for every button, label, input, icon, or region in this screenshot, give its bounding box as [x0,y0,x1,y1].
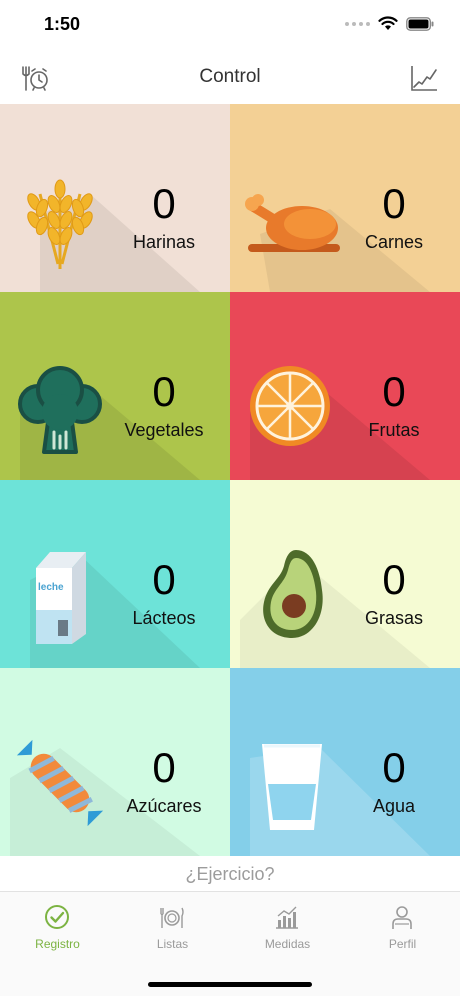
water-glass-icon [262,744,322,830]
category-count: 0 [382,556,406,603]
category-count: 0 [152,744,176,791]
candy-icon [16,739,104,827]
tab-registro[interactable]: Registro [0,892,115,996]
status-time: 1:50 [44,14,81,34]
category-count: 0 [152,180,176,227]
page-title: Control [199,66,261,87]
category-label: Agua [372,796,416,816]
tab-bar: Registro Listas Medidas Perfil [0,892,460,996]
tab-label: Listas [156,937,189,951]
category-count: 0 [382,744,406,791]
nav-bar: Control [0,52,460,104]
category-count: 0 [382,180,406,227]
food-category-grid: 0 Harinas 0 Carnes 0 Vegetales 0 Frutas … [0,104,460,856]
home-indicator [148,982,312,987]
category-frutas[interactable]: 0 Frutas [230,292,460,480]
roast-chicken-icon [245,194,340,252]
check-circle-icon [45,905,69,929]
category-agua[interactable]: 0 Agua [230,668,460,856]
category-grasas[interactable]: 0 Grasas [230,480,460,668]
bar-chart-icon [276,906,298,929]
person-icon [392,906,412,929]
status-bar: 1:50 [0,0,460,52]
status-icons [345,16,434,31]
exercise-button[interactable]: ¿Ejercicio? [0,856,460,892]
broccoli-icon [18,366,102,454]
category-count: 0 [152,556,176,603]
tab-label: Perfil [388,937,417,951]
milk-carton-icon: leche [36,552,86,644]
signal-dots-icon [345,21,370,26]
category-label: Azúcares [126,796,202,816]
category-label: Frutas [368,420,420,440]
category-count: 0 [382,368,406,415]
orange-slice-icon [250,366,330,446]
wifi-icon [378,16,398,30]
tab-perfil[interactable]: Perfil [345,892,460,996]
category-label: Lácteos [132,608,196,628]
tab-listas[interactable]: Listas [115,892,230,996]
battery-icon [406,16,434,31]
category-carnes[interactable]: 0 Carnes [230,104,460,292]
plate-icon [160,907,184,928]
milk-carton-text: leche [38,582,64,593]
tab-label: Medidas [264,937,311,951]
avocado-icon [263,550,323,638]
category-label: Vegetales [124,420,204,440]
tab-medidas[interactable]: Medidas [230,892,345,996]
category-harinas[interactable]: 0 Harinas [0,104,230,292]
chart-icon[interactable] [410,64,438,92]
tab-label: Registro [35,937,80,951]
category-label: Grasas [364,608,424,628]
category-label: Carnes [364,232,424,252]
wheat-icon [27,179,93,269]
category-azucares[interactable]: 0 Azúcares [0,668,230,856]
category-lacteos[interactable]: leche 0 Lácteos [0,480,230,668]
category-label: Harinas [132,232,196,252]
category-vegetales[interactable]: 0 Vegetales [0,292,230,480]
category-count: 0 [152,368,176,415]
